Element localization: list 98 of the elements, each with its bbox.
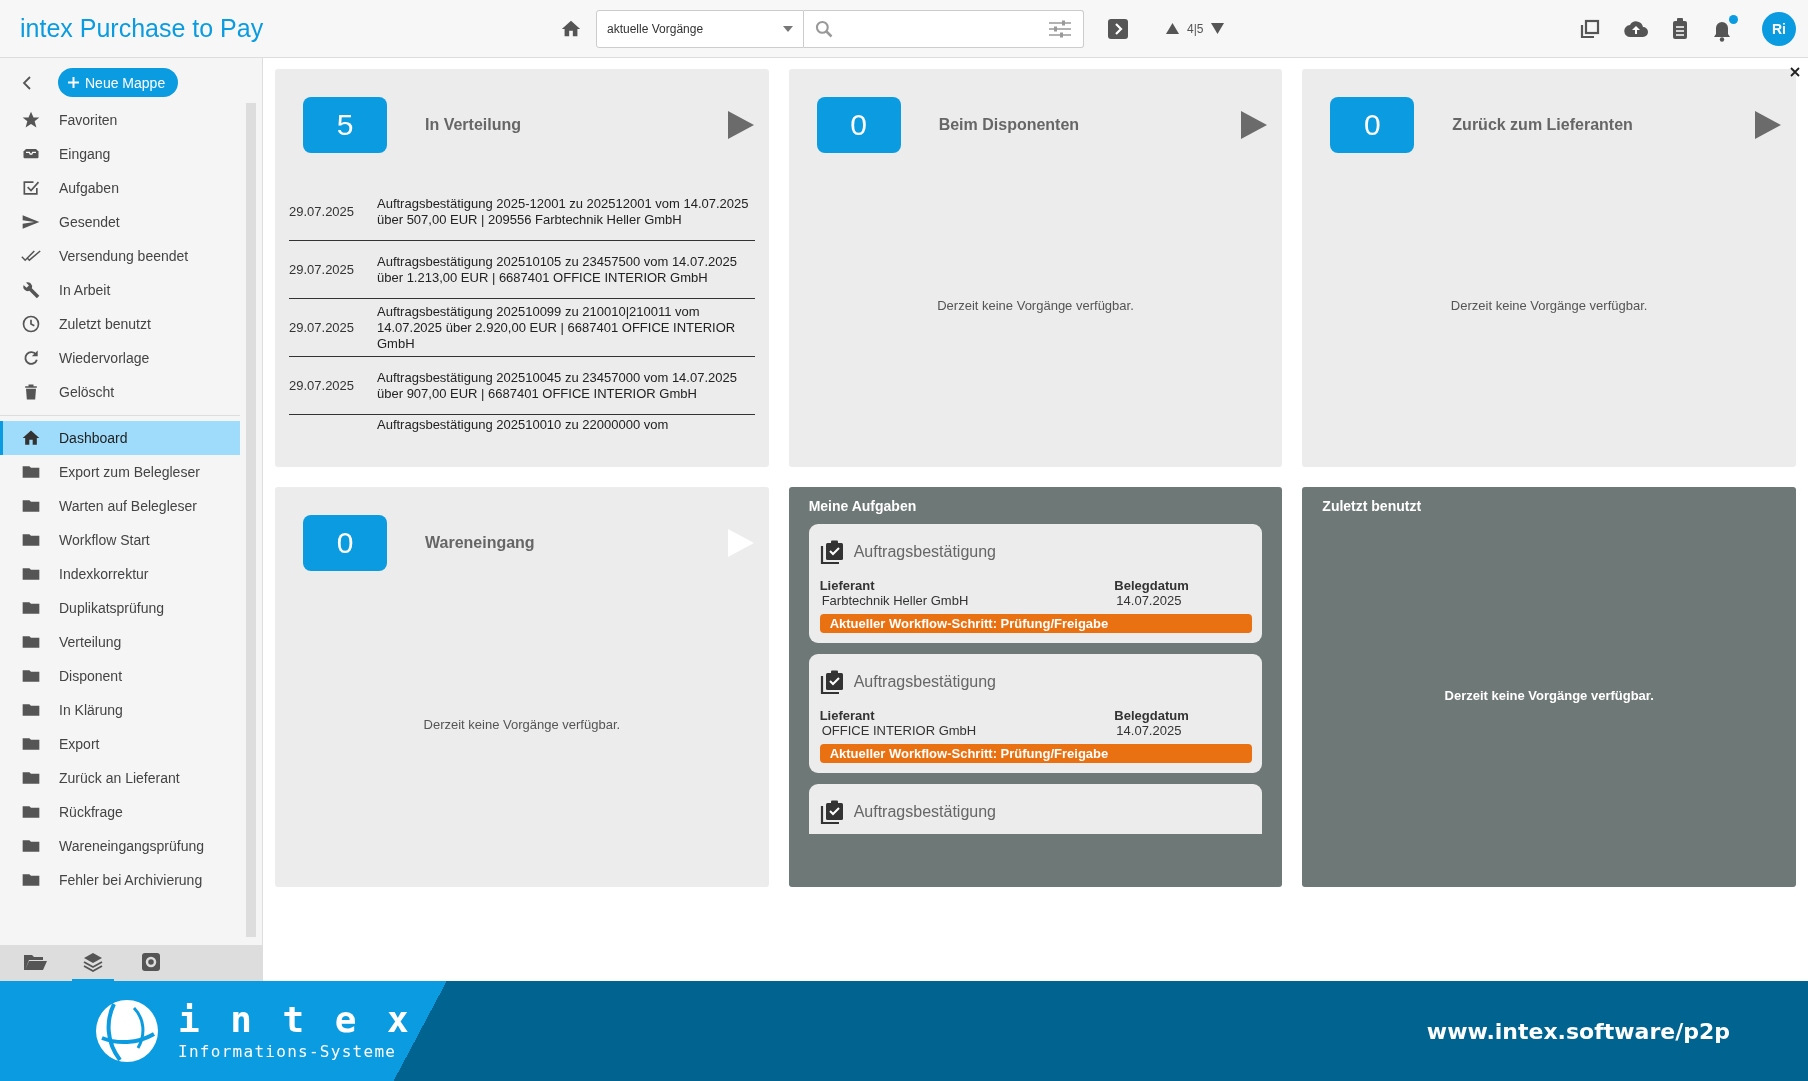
sidebar-item[interactable]: Duplikatsprüfung [0, 591, 240, 625]
play-icon[interactable] [1241, 111, 1268, 139]
field-value: 14.07.2025 [1115, 723, 1183, 738]
document-date: 29.07.2025 [289, 378, 356, 393]
brand-tagline: Informations-Systeme [178, 1041, 398, 1061]
task-title: Auftragsbestätigung [853, 543, 996, 561]
document-date: 29.07.2025 [289, 262, 356, 277]
notification-bell[interactable] [1712, 15, 1738, 42]
task-title: Auftragsbestätigung [853, 673, 996, 691]
card-title: Beim Disponenten [938, 116, 1081, 134]
field-value: OFFICE INTERIOR GmbH [820, 723, 978, 738]
document-link[interactable]: Auftragsbestätigung 202510045 zu 23457000 vom 14.07.2025 über 907,00 EUR | 6687401 OFFICE INTERIOR GmbH [377, 369, 755, 402]
view-dropdown[interactable]: aktuelle Vorgänge [596, 9, 804, 48]
clipboard-check-icon [819, 540, 844, 564]
sidebar-item[interactable]: Wareneingangsprüfung [0, 829, 240, 863]
field-label: Belegdatum [1114, 578, 1190, 593]
document-link[interactable]: Auftragsbestätigung 202510105 zu 23457500 vom 14.07.2025 über 1.213,00 EUR | 6687401 OFFICE INTERIOR GmbH [377, 253, 755, 286]
document-date: 29.07.2025 [289, 320, 356, 335]
panel-title: Meine Aufgaben [807, 497, 918, 514]
checkbox-icon [21, 178, 41, 198]
sidebar-item[interactable]: Eingang [0, 137, 240, 171]
empty-message: Derzeit keine Vorgänge verfügbar. [936, 296, 1135, 315]
clipboard-check-icon [819, 670, 844, 694]
sidebar-item[interactable]: Export [0, 727, 240, 761]
bell-icon [1712, 20, 1732, 42]
panel-title: Zuletzt benutzt [1321, 497, 1423, 514]
play-icon[interactable] [1755, 111, 1781, 139]
field-value: Farbtechnik Heller GmbH [820, 593, 970, 608]
website-url[interactable]: www.intex.software/p2p [1426, 1018, 1730, 1044]
task-card[interactable]: Auftragsbestätigung Lieferant Belegdatum Farbtechnik Heller GmbH 14.07.2025 Aktueller Workflow-Schritt: Prüfung/Freigabe [808, 524, 1263, 643]
card-title: In Verteilung [425, 116, 522, 134]
sidebar-item[interactable]: Fehler bei Archivierung [0, 863, 240, 897]
task-title: Auftragsbestätigung [853, 803, 996, 821]
card-title: Wareneingang [425, 534, 536, 552]
sidebar-item[interactable]: Aufgaben [0, 171, 240, 205]
task-card[interactable]: Auftragsbestätigung [808, 784, 1263, 834]
app-title: intex Purchase to Pay [19, 14, 265, 43]
globe-logo-icon [94, 998, 160, 1064]
layers-icon [83, 952, 103, 972]
plus-icon [68, 77, 79, 88]
search-field[interactable] [804, 9, 1084, 48]
field-label: Lieferant [819, 578, 876, 593]
sidebar-item[interactable]: Rückfrage [0, 795, 240, 829]
sidebar-item[interactable]: Dashboard [0, 421, 240, 455]
sidebar-item[interactable]: Gelöscht [0, 375, 240, 409]
count-badge: 0 [303, 515, 387, 571]
sidebar-item[interactable]: Verteilung [0, 625, 240, 659]
caret-icon [783, 25, 793, 32]
count-badge: 5 [303, 97, 387, 153]
card-title: Zurück zum Lieferanten [1452, 116, 1634, 134]
sidebar-item[interactable]: Export zum Belegleser [0, 455, 240, 489]
up-triangle-icon[interactable] [1166, 23, 1179, 34]
field-label: Lieferant [819, 708, 876, 723]
sidebar-item[interactable]: In Arbeit [0, 273, 240, 307]
down-triangle-icon[interactable] [1211, 23, 1225, 34]
clipboard-check-icon [819, 800, 844, 824]
document-link[interactable]: Auftragsbestätigung 202510099 zu 210010|210011 vom 14.07.2025 über 2.920,00 EUR | 6687401 OFFICE INTERIOR GmbH [377, 303, 755, 352]
cloud-upload-icon[interactable] [1624, 19, 1648, 38]
document-date: 29.07.2025 [289, 204, 356, 219]
sidebar-item[interactable]: Indexkorrektur [0, 557, 240, 591]
sidebar-item[interactable]: Disponent [0, 659, 240, 693]
sidebar-item[interactable]: Gesendet [0, 205, 240, 239]
document-link[interactable]: Auftragsbestätigung 202510010 zu 22000000 vom [377, 417, 669, 433]
empty-message: Derzeit keine Vorgänge verfügbar. [1443, 687, 1655, 705]
windows-icon[interactable] [1580, 18, 1600, 39]
scrollbar[interactable] [246, 103, 256, 937]
count-badge: 0 [1330, 97, 1415, 153]
forward-icon[interactable] [1108, 18, 1128, 39]
brand-name: intex [178, 1001, 440, 1038]
document-link[interactable]: Auftragsbestätigung 2025-12001 zu 202512001 vom 14.07.2025 über 507,00 EUR | 209556 Farbtechnik Heller GmbH [377, 195, 755, 228]
filter-sliders-icon[interactable] [1049, 18, 1071, 39]
clock-icon [21, 314, 41, 334]
workflow-step-label: Aktueller Workflow-Schritt: Prüfung/Freigabe [819, 614, 1253, 633]
play-icon[interactable] [727, 111, 754, 139]
search-icon [814, 18, 834, 39]
count-badge: 0 [816, 97, 901, 153]
home-icon [21, 428, 41, 448]
sidebar-item[interactable]: Workflow Start [0, 523, 240, 557]
sidebar-item[interactable]: Zurück an Lieferant [0, 761, 240, 795]
empty-message: Derzeit keine Vorgänge verfügbar. [422, 715, 622, 734]
sidebar-item[interactable]: Zuletzt benutzt [0, 307, 240, 341]
wrench-icon [21, 280, 41, 300]
empty-message: Derzeit keine Vorgänge verfügbar. [1449, 296, 1649, 315]
workflow-step-label: Aktueller Workflow-Schritt: Prüfung/Freigabe [819, 744, 1253, 763]
field-label: Belegdatum [1114, 708, 1190, 723]
sidebar-item[interactable]: Warten auf Belegleser [0, 489, 240, 523]
task-card[interactable]: Auftragsbestätigung Lieferant Belegdatum OFFICE INTERIOR GmbH 14.07.2025 Aktueller Workflow-Schritt: Prüfung/Freigabe [808, 654, 1263, 773]
back-chevron-icon[interactable] [22, 74, 32, 91]
sidebar-item[interactable]: Wiedervorlage [0, 341, 240, 375]
gear-icon [141, 952, 161, 972]
close-icon[interactable] [1790, 67, 1800, 77]
sidebar-item[interactable]: In Klärung [0, 693, 240, 727]
page-counter: 4|5 [1187, 21, 1204, 36]
field-value: 14.07.2025 [1115, 593, 1183, 608]
star-icon [21, 110, 41, 130]
sidebar-item[interactable]: Favoriten [0, 103, 240, 137]
open-folder-icon [23, 953, 47, 971]
sidebar-item[interactable]: Versendung beendet [0, 239, 240, 273]
